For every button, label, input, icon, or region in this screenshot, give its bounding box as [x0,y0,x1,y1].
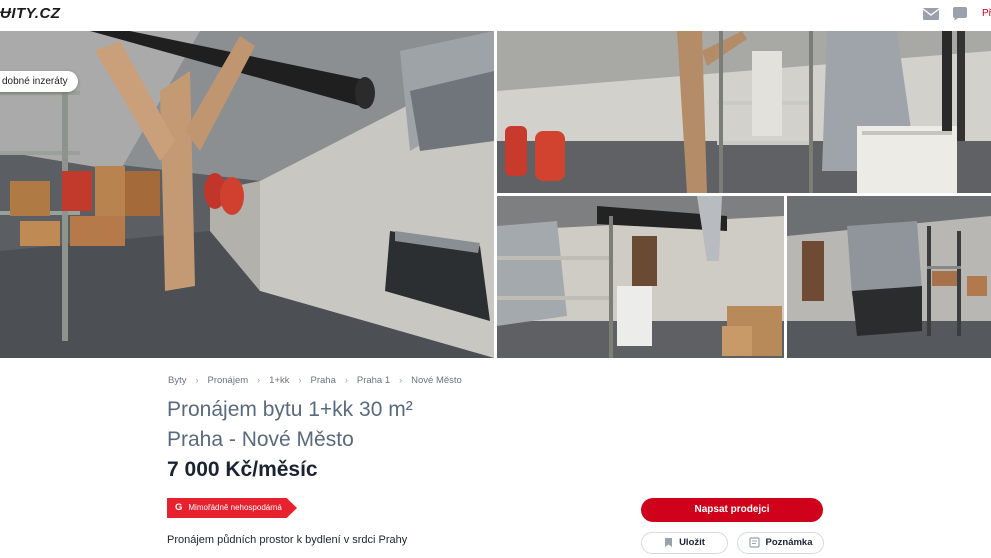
chevron-right-icon: › [195,375,199,385]
energy-grade: G [175,502,183,513]
chevron-right-icon: › [257,375,261,385]
chevron-right-icon: › [399,375,403,385]
contact-seller-button[interactable]: Napsat prodejci [641,498,823,522]
breadcrumb-item-praha[interactable]: Praha [311,375,336,386]
photo-bottom-right[interactable] [787,196,991,358]
note-button-label: Poznámka [765,537,813,548]
breadcrumb-item-praha-1[interactable]: Praha 1 [357,375,390,386]
listing-title: Pronájem bytu 1+kk 30 m² [167,398,413,421]
save-button[interactable]: Uložit [641,532,728,554]
energy-label: Mimořádně nehospodárná [188,503,282,512]
listing-location: Praha - Nové Město [167,428,354,451]
similar-ads-button[interactable]: dobné inzeráty [0,71,78,92]
chevron-right-icon: › [344,375,348,385]
top-header: ɄITY.CZ Při [0,0,991,31]
chat-bubble-icon[interactable] [951,6,969,22]
breadcrumb: Byty › Pronájem › 1+kk › Praha › Praha 1 › Nové Mě… [168,375,462,386]
listing-subtitle: Pronájem půdních prostor k bydlení v srd… [167,534,408,546]
breadcrumb-item-pronajem[interactable]: Pronájem [207,375,248,386]
photo-bottom-middle[interactable] [497,196,784,358]
site-logo[interactable]: ɄITY.CZ [0,5,60,22]
listing-price: 7 000 Kč/měsíc [167,458,318,481]
photo-gallery: dobné inzeráty [0,31,991,358]
breadcrumb-item-byty[interactable]: Byty [168,375,186,386]
breadcrumb-item-1kk[interactable]: 1+kk [269,375,289,386]
bookmark-icon [665,537,673,547]
photo-top-right[interactable] [497,31,991,193]
note-icon [748,537,760,548]
note-button[interactable]: Poznámka [737,532,824,554]
photo-main[interactable]: dobné inzeráty [0,31,494,358]
login-link[interactable]: Při [982,8,991,19]
save-button-label: Uložit [679,537,705,548]
mail-icon[interactable] [922,6,940,22]
breadcrumb-item-nove-mesto[interactable]: Nové Město [411,375,462,386]
chevron-right-icon: › [298,375,302,385]
energy-rating-badge: G Mimořádně nehospodárná [167,498,297,518]
